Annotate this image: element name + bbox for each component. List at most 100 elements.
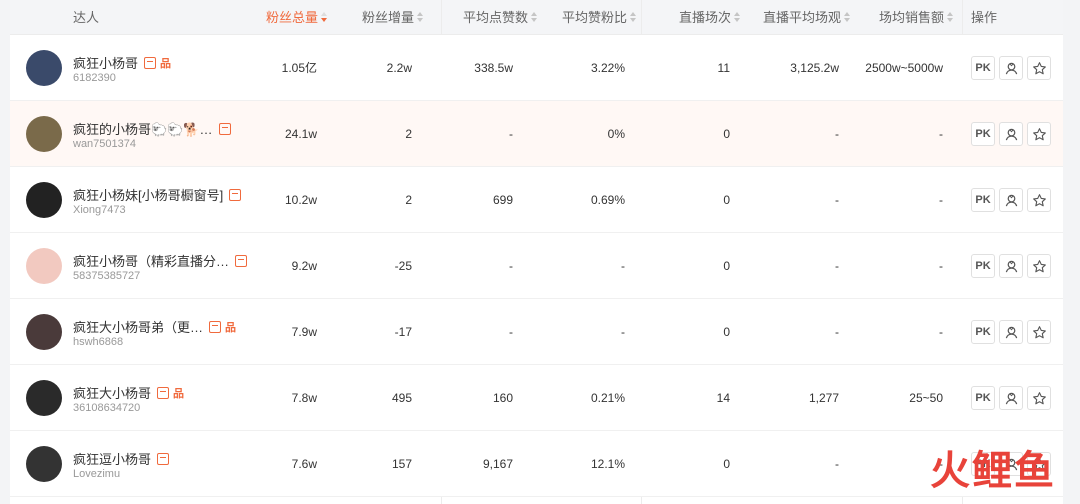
cell-live-count: 11: [717, 61, 730, 75]
user-icon: [1005, 128, 1017, 140]
shop-window-icon: [229, 188, 242, 201]
talent-uid: Xiong7473: [73, 204, 126, 216]
sort-icon: [947, 12, 954, 23]
pk-button[interactable]: PK: [971, 122, 995, 146]
avatar[interactable]: [26, 314, 62, 350]
talent-uid: wan7501374: [73, 138, 137, 150]
user-icon: [1005, 392, 1017, 404]
avatar[interactable]: [26, 446, 62, 482]
favorite-button[interactable]: [1027, 386, 1051, 410]
shop-window-icon: [235, 254, 248, 267]
talent-name[interactable]: 疯狂大小杨哥弟（更… 品: [73, 317, 236, 336]
favorite-button[interactable]: [1027, 122, 1051, 146]
cell-avg-likes: -: [509, 127, 513, 141]
avatar[interactable]: [26, 248, 62, 284]
cell-fans-total: 24.1w: [284, 127, 317, 141]
col-avg-likes[interactable]: 平均点赞数: [463, 0, 538, 35]
talent-name-text: 疯狂大小杨哥: [73, 386, 152, 401]
cell-fans-total: 7.6w: [291, 457, 317, 471]
col-fans-growth[interactable]: 粉丝增量: [362, 0, 424, 35]
user-icon: [1005, 326, 1017, 338]
star-icon: [1032, 193, 1046, 206]
talent-name[interactable]: 疯狂大小杨哥 品: [73, 383, 184, 402]
talent-name[interactable]: 疯狂小杨妹[小杨哥橱窗号]: [73, 185, 242, 204]
talent-name[interactable]: 疯狂的小杨哥🐑🐑🐕…: [73, 119, 231, 138]
avatar[interactable]: [26, 380, 62, 416]
star-icon: [1032, 259, 1046, 272]
talent-name[interactable]: 疯狂逗小杨哥: [73, 449, 170, 468]
cell-fans-growth: -25: [394, 259, 412, 273]
col-actions: 操作: [971, 10, 998, 25]
watermark-text: 火鲤鱼: [930, 448, 1056, 494]
favorite-button[interactable]: [1027, 56, 1051, 80]
pk-button[interactable]: PK: [971, 254, 995, 278]
talent-uid: 6182390: [73, 72, 116, 84]
cell-avg-like-ratio: 3.22%: [590, 61, 625, 75]
col-talent: 达人: [73, 10, 100, 25]
pk-button[interactable]: PK: [971, 320, 995, 344]
row-actions: PK: [971, 320, 1051, 344]
avatar[interactable]: [26, 182, 62, 218]
cell-fans-growth: 2: [405, 193, 412, 207]
shop-window-icon: [209, 320, 222, 333]
sort-icon: [417, 12, 424, 23]
table-row[interactable]: 疯狂小杨妹[小杨哥橱窗号] Xiong7473 10.2w 2 699 0.69% 0 - - P…: [10, 167, 1063, 233]
product-badge: 品: [173, 387, 185, 400]
cell-fans-growth: 2.2w: [386, 61, 412, 75]
cell-avg-like-ratio: -: [621, 325, 625, 339]
talent-name-text: 疯狂大小杨哥弟（更…: [73, 320, 204, 335]
cell-fans-total: 7.8w: [291, 391, 317, 405]
cell-live-count: 0: [723, 457, 730, 471]
favorite-button[interactable]: [1027, 254, 1051, 278]
talent-name[interactable]: 疯狂小杨哥 品: [73, 53, 171, 72]
talent-uid: 58375385727: [73, 270, 141, 282]
sort-icon: [321, 12, 328, 23]
table-row[interactable]: 疯狂小杨哥 品 6182390 1.05亿 2.2w 338.5w 3.22% 11 3,125…: [10, 35, 1063, 101]
favorite-button[interactable]: [1027, 188, 1051, 212]
user-icon: [1005, 260, 1017, 272]
col-live-avg-views[interactable]: 直播平均场观: [763, 0, 851, 35]
avatar[interactable]: [26, 50, 62, 86]
cell-live-count: 0: [723, 193, 730, 207]
favorite-button[interactable]: [1027, 320, 1051, 344]
cell-avg-likes: -: [509, 325, 513, 339]
col-fans-total[interactable]: 粉丝总量: [266, 0, 328, 35]
cell-avg-likes: 160: [492, 391, 513, 405]
cell-live-avg-views: -: [835, 325, 839, 339]
table-row[interactable]: 疯狂大小杨哥弟（更… 品 hswh6868 7.9w -17 - - 0 - - PK: [10, 299, 1063, 365]
cell-avg-like-ratio: 0%: [607, 127, 625, 141]
star-icon: [1032, 325, 1046, 338]
talent-name[interactable]: 疯狂小杨哥（精彩直播分…: [73, 251, 248, 270]
table-row[interactable]: 疯狂小杨哥（精彩直播分… 58375385727 9.2w -25 - - 0 - - PK: [10, 233, 1063, 299]
star-icon: [1032, 127, 1046, 140]
avatar[interactable]: [26, 116, 62, 152]
profile-button[interactable]: [999, 122, 1023, 146]
cell-live-avg-views: 1,277: [808, 391, 839, 405]
col-live-count[interactable]: 直播场次: [679, 0, 741, 35]
cell-fans-growth: 2: [405, 127, 412, 141]
pk-button[interactable]: PK: [971, 188, 995, 212]
cell-fans-total: 7.9w: [291, 325, 317, 339]
pk-button[interactable]: PK: [971, 56, 995, 80]
talent-table: 达人 粉丝总量 粉丝增量 平均点赞数 平均赞粉比 直播场次 直播平均场观 场均销…: [10, 0, 1063, 504]
table-row[interactable]: 疯狂大小杨哥 品 36108634720 7.8w 495 160 0.21% 14 1,277…: [10, 365, 1063, 431]
cell-live-avg-views: -: [835, 259, 839, 273]
star-icon: [1032, 391, 1046, 404]
table-row[interactable]: 疯狂的小杨哥🐑🐑🐕… wan7501374 24.1w 2 - 0% 0 - - PK: [10, 101, 1063, 167]
col-avg-like-ratio[interactable]: 平均赞粉比: [562, 0, 637, 35]
profile-button[interactable]: [999, 254, 1023, 278]
cell-fans-growth: 495: [391, 391, 412, 405]
cell-live-avg-views: -: [835, 193, 839, 207]
profile-button[interactable]: [999, 56, 1023, 80]
profile-button[interactable]: [999, 320, 1023, 344]
profile-button[interactable]: [999, 188, 1023, 212]
cell-fans-total: 10.2w: [284, 193, 317, 207]
pk-button[interactable]: PK: [971, 386, 995, 410]
cell-avg-likes: 699: [492, 193, 513, 207]
sort-icon: [630, 12, 637, 23]
table-row[interactable]: 疯狂逗小杨哥 Lovezimu 7.6w 157 9,167 12.1% 0- - PK: [10, 431, 1063, 497]
cell-fans-total: 1.05亿: [281, 61, 317, 75]
col-avg-sales[interactable]: 场均销售额: [879, 0, 954, 35]
shop-window-icon: [144, 56, 157, 69]
profile-button[interactable]: [999, 386, 1023, 410]
